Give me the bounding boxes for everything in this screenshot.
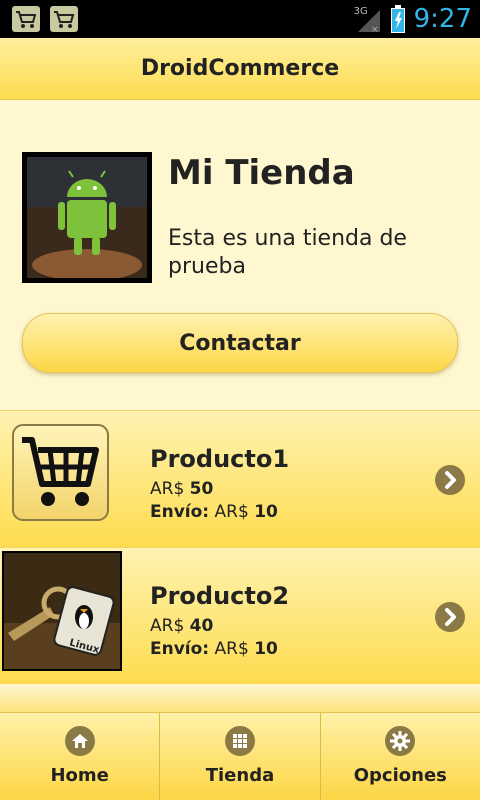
shipping-value: 10: [254, 639, 278, 659]
currency-label: AR$: [150, 479, 185, 499]
list-footer: [0, 685, 480, 712]
shopping-cart-icon: [12, 424, 109, 521]
product-list: Producto1 AR$ 50 Envío: AR$ 10 Linux Pro…: [0, 410, 480, 684]
tab-opciones[interactable]: Opciones: [320, 713, 480, 800]
product-shipping: Envío: AR$ 10: [150, 502, 278, 522]
grid-icon: [224, 726, 255, 756]
svg-text:×: ×: [371, 25, 379, 34]
contact-button[interactable]: Contactar: [22, 313, 458, 373]
bottom-tab-bar: Home Tienda Opciones: [0, 712, 480, 800]
clock: 9:27: [413, 4, 472, 34]
app-header: DroidCommerce: [0, 38, 480, 100]
store-photo: [22, 152, 152, 283]
product-price: AR$ 40: [150, 616, 213, 636]
gear-icon: [385, 726, 416, 756]
app-title: DroidCommerce: [140, 56, 340, 81]
currency-label: AR$: [214, 502, 249, 522]
product-photo: Linux: [2, 551, 122, 671]
price-value: 50: [189, 479, 214, 499]
cart-notification-icon: [50, 6, 78, 32]
product-row[interactable]: Linux Producto2 AR$ 40 Envío: AR$ 10: [0, 547, 480, 684]
home-icon: [64, 726, 95, 756]
product-price: AR$ 50: [150, 479, 213, 499]
shipping-label: Envío:: [150, 502, 210, 522]
signal-icon: 3G ×: [354, 4, 382, 34]
chevron-right-icon[interactable]: [434, 601, 466, 633]
price-value: 40: [189, 616, 214, 636]
currency-label: AR$: [150, 616, 185, 636]
contact-button-label: Contactar: [179, 330, 301, 356]
tab-label: Opciones: [353, 765, 447, 786]
cart-notification-icon: [12, 6, 40, 32]
tab-home[interactable]: Home: [0, 713, 161, 800]
product-name: Producto1: [150, 445, 290, 473]
chevron-right-icon[interactable]: [434, 464, 466, 496]
shipping-label: Envío:: [150, 639, 210, 659]
battery-icon: [390, 5, 405, 33]
tab-label: Tienda: [205, 765, 275, 786]
store-panel: Mi Tienda Esta es una tienda de prueba C…: [0, 101, 480, 410]
currency-label: AR$: [214, 639, 249, 659]
tab-label: Home: [50, 765, 109, 786]
store-description: Esta es una tienda de prueba: [168, 226, 407, 279]
tab-tienda[interactable]: Tienda: [160, 713, 321, 800]
product-name: Producto2: [150, 582, 290, 610]
shipping-value: 10: [254, 502, 278, 522]
status-bar: 3G × 9:27: [0, 0, 480, 38]
store-name: Mi Tienda: [168, 153, 355, 193]
product-shipping: Envío: AR$ 10: [150, 639, 278, 659]
product-row[interactable]: Producto1 AR$ 50 Envío: AR$ 10: [0, 410, 480, 547]
